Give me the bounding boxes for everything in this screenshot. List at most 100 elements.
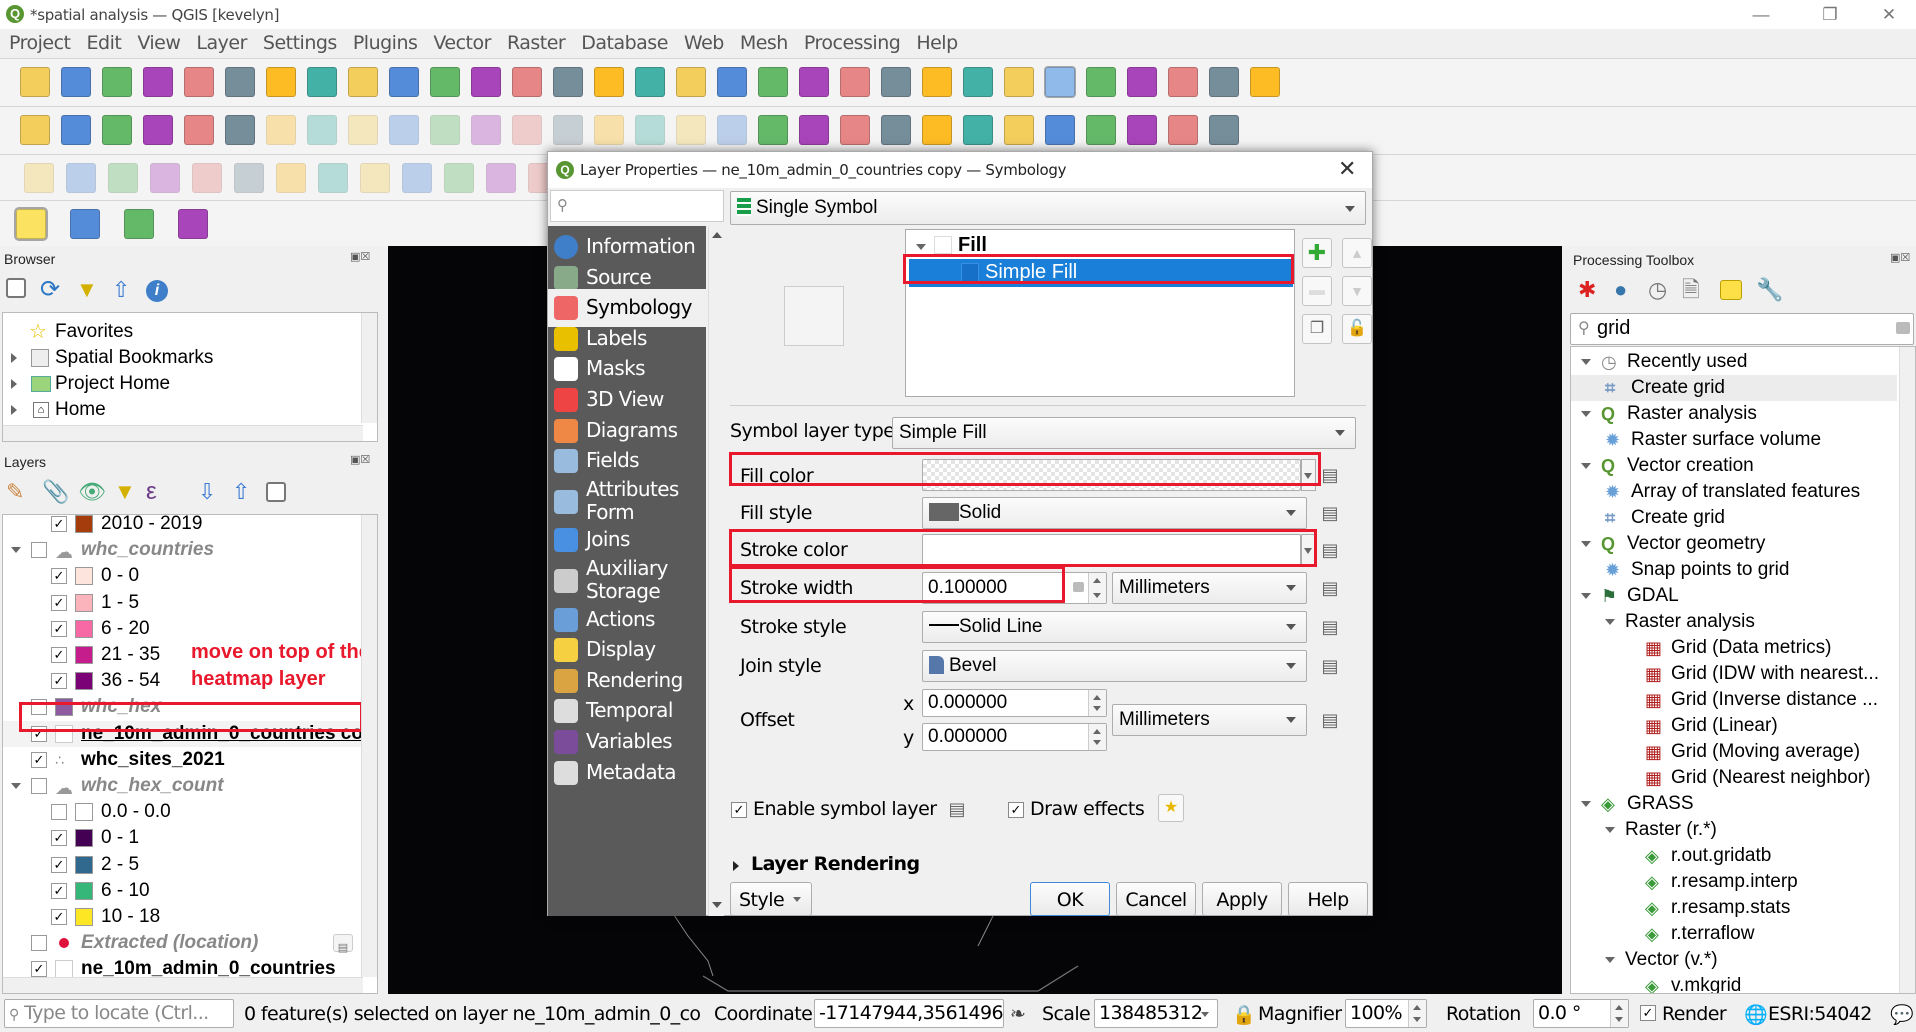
- stroke-width-spinner[interactable]: [1088, 573, 1106, 603]
- results-viewer-icon[interactable]: 🗎: [1682, 278, 1712, 308]
- offset-unit-select[interactable]: Millimeters: [1112, 704, 1307, 736]
- renderer-type-select[interactable]: Single Symbol: [730, 191, 1366, 225]
- magnifier-input[interactable]: 100%: [1345, 999, 1427, 1028]
- browser-horizontal-scrollbar[interactable]: [3, 425, 363, 441]
- processing-tree-item[interactable]: ◈ r.resamp.interp: [1571, 869, 1897, 895]
- offset-y-input[interactable]: 0.000000: [922, 723, 1107, 751]
- duplicate-symbol-layer-button[interactable]: ❐: [1302, 314, 1332, 344]
- processing-tree-item[interactable]: ⌗ Create grid: [1571, 375, 1897, 401]
- collapse-arrow-icon[interactable]: [1581, 541, 1591, 547]
- layer-tree-item[interactable]: ✓ ∴ whc_sites_2021: [3, 747, 363, 773]
- enable-symbol-layer-checkbox[interactable]: ✓: [731, 802, 747, 818]
- style-menu-button[interactable]: Style: [730, 882, 812, 916]
- layer-visibility-checkbox[interactable]: [31, 935, 47, 952]
- dialog-close-button[interactable]: ✕: [1338, 156, 1356, 182]
- add-ring-icon[interactable]: [234, 163, 264, 193]
- zoom-native-icon[interactable]: [553, 67, 583, 97]
- refresh-icon[interactable]: ⟳: [40, 278, 70, 308]
- models-icon[interactable]: ✱: [1578, 278, 1608, 308]
- fill-style-select[interactable]: Solid: [922, 497, 1307, 529]
- new-shapefile-icon[interactable]: [102, 115, 132, 145]
- minimize-button[interactable]: —: [1736, 2, 1786, 28]
- undo-icon[interactable]: [676, 115, 706, 145]
- layer-visibility-checkbox[interactable]: ✓: [51, 594, 67, 611]
- layer-tree-item[interactable]: ✓ 2 - 5: [3, 852, 363, 878]
- processing-tree-item[interactable]: ▦ Grid (Inverse distance ...: [1571, 687, 1897, 713]
- processing-tree-item[interactable]: Q Vector creation: [1571, 453, 1897, 479]
- remove-layer-icon[interactable]: [266, 482, 286, 502]
- move-up-button[interactable]: ▲: [1342, 238, 1372, 268]
- rotate-feature-icon[interactable]: [150, 163, 180, 193]
- new-bookmark-icon[interactable]: [758, 67, 788, 97]
- layer-tree-item[interactable]: ✓ 6 - 10: [3, 878, 363, 904]
- new-project-icon[interactable]: [20, 67, 50, 97]
- menu-layer[interactable]: Layer: [187, 29, 253, 57]
- collapse-arrow-icon[interactable]: [1581, 359, 1591, 365]
- render-checkbox[interactable]: ✓: [1640, 1005, 1656, 1021]
- apply-button[interactable]: Apply: [1202, 882, 1282, 916]
- data-defined-override-icon[interactable]: ▤: [1319, 656, 1341, 676]
- add-symbol-layer-button[interactable]: ✚: [1302, 238, 1332, 268]
- move-feature-icon[interactable]: [108, 163, 138, 193]
- highlight-pinned-icon[interactable]: [881, 115, 911, 145]
- paste-features-icon[interactable]: [635, 115, 665, 145]
- processing-search-input[interactable]: ⚲ grid: [1570, 313, 1914, 345]
- zoom-to-selection-icon[interactable]: [471, 67, 501, 97]
- collapse-arrow-icon[interactable]: [1605, 957, 1615, 963]
- processing-tree-item[interactable]: ⚑ GDAL: [1571, 583, 1897, 609]
- layer-visibility-checkbox[interactable]: [31, 778, 47, 794]
- layer-tree-item[interactable]: Extracted (location) ▤: [3, 930, 363, 956]
- zoom-last-icon[interactable]: [594, 67, 624, 97]
- delete-ring-icon[interactable]: [360, 163, 390, 193]
- add-part-icon[interactable]: [276, 163, 306, 193]
- select-by-expression-icon[interactable]: [70, 209, 100, 239]
- menu-web[interactable]: Web: [675, 29, 731, 57]
- remove-symbol-layer-button[interactable]: ▬: [1302, 276, 1332, 306]
- digitize-current-edits-icon[interactable]: [266, 115, 296, 145]
- options-icon[interactable]: 🔧: [1756, 278, 1786, 308]
- manage-visibility-icon[interactable]: 👁: [78, 480, 108, 510]
- expand-arrow-icon[interactable]: [733, 861, 739, 871]
- python-console-icon[interactable]: [1168, 115, 1198, 145]
- data-defined-override-icon[interactable]: ▤: [1319, 578, 1341, 598]
- add-group-icon[interactable]: 📎: [42, 480, 72, 510]
- processing-tree-item[interactable]: ▦ Grid (Linear): [1571, 713, 1897, 739]
- new-geopackage-icon[interactable]: [61, 115, 91, 145]
- layer-visibility-checkbox[interactable]: ✓: [51, 830, 67, 847]
- new-print-layout-icon[interactable]: [143, 67, 173, 97]
- layer-tree-item[interactable]: ✓ 6 - 20: [3, 616, 363, 642]
- show-bookmarks-icon[interactable]: [799, 67, 829, 97]
- menu-help[interactable]: Help: [907, 29, 964, 57]
- data-defined-override-icon[interactable]: ▤: [1319, 710, 1341, 730]
- nav-item-metadata[interactable]: Metadata: [548, 754, 706, 792]
- crs-label[interactable]: ESRI:54042: [1768, 1003, 1872, 1025]
- cut-features-icon[interactable]: [553, 115, 583, 145]
- add-layer-icon[interactable]: [6, 278, 26, 298]
- layer-tree-item[interactable]: 0.0 - 0.0: [3, 799, 363, 825]
- info-icon[interactable]: i: [146, 280, 168, 302]
- expand-arrow-icon[interactable]: [11, 405, 17, 415]
- processing-tree-item[interactable]: Raster (r.*): [1571, 817, 1897, 843]
- browser-item-project-home[interactable]: Project Home: [3, 371, 363, 397]
- data-source-manager-icon[interactable]: [20, 115, 50, 145]
- new-3d-map-view-icon[interactable]: [717, 67, 747, 97]
- layer-visibility-checkbox[interactable]: ✓: [51, 909, 67, 925]
- style-manager-icon[interactable]: [225, 67, 255, 97]
- layer-visibility-checkbox[interactable]: ✓: [51, 620, 67, 637]
- open-project-icon[interactable]: [61, 67, 91, 97]
- menu-project[interactable]: Project: [0, 29, 78, 57]
- filter-legend-icon[interactable]: ▼: [114, 480, 144, 510]
- style-layer-icon[interactable]: ✎: [6, 480, 36, 510]
- data-defined-override-icon[interactable]: ▤: [1319, 503, 1341, 523]
- label-settings-icon[interactable]: [758, 115, 788, 145]
- select-by-location-icon[interactable]: [178, 209, 208, 239]
- field-calculator-icon[interactable]: [1004, 67, 1034, 97]
- stroke-style-select[interactable]: Solid Line: [922, 611, 1307, 643]
- fill-ring-icon[interactable]: [318, 163, 348, 193]
- offset-x-spinner[interactable]: [1088, 690, 1106, 716]
- clear-search-icon[interactable]: [1896, 322, 1910, 334]
- collapse-all-icon[interactable]: ⇧: [232, 480, 262, 510]
- data-defined-override-icon[interactable]: ▤: [1319, 465, 1341, 485]
- rotate-label-icon[interactable]: [1045, 115, 1075, 145]
- temporary-layer-indicator-icon[interactable]: ▤: [333, 934, 353, 954]
